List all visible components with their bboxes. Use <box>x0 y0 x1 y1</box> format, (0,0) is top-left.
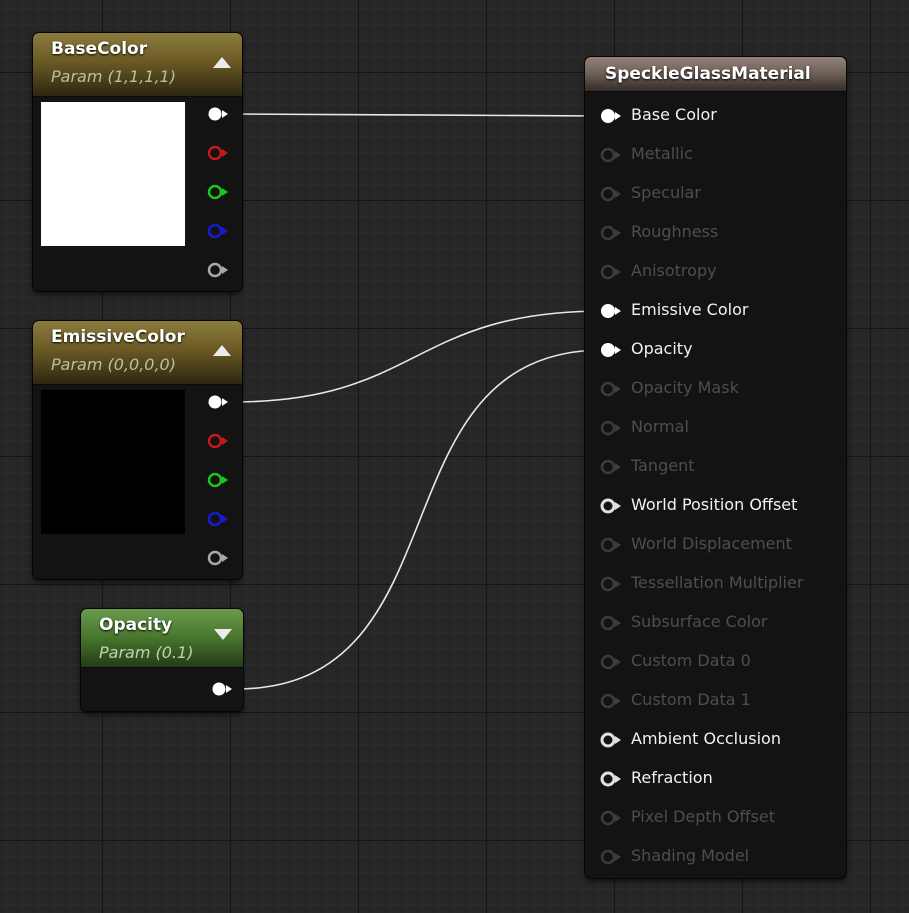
material-input-row[interactable]: Ambient Occlusion <box>599 727 839 753</box>
input-pin-disabled-icon[interactable] <box>599 224 623 242</box>
material-input-row[interactable]: Tessellation Multiplier <box>599 571 839 597</box>
wire-emissivecolor-to-emissive-color <box>231 310 605 403</box>
material-input-row[interactable]: World Position Offset <box>599 493 839 519</box>
material-input-label: Shading Model <box>631 846 750 865</box>
material-input-label: Opacity Mask <box>631 378 739 397</box>
wire-basecolor-to-base-color <box>231 113 605 117</box>
input-pin-disabled-icon[interactable] <box>599 653 623 671</box>
node-subtitle: Param (1,1,1,1) <box>51 67 176 86</box>
input-pin-disabled-icon[interactable] <box>599 419 623 437</box>
input-pin-icon[interactable] <box>599 497 623 515</box>
output-pin-r-icon[interactable] <box>206 144 230 162</box>
material-input-label: Anisotropy <box>631 261 717 280</box>
input-pin-connected-icon[interactable] <box>599 341 623 359</box>
collapse-arrow-icon[interactable] <box>213 57 231 68</box>
expand-arrow-icon[interactable] <box>214 629 232 640</box>
opacity-param-node[interactable]: Opacity Param (0.1) <box>81 609 243 711</box>
node-subtitle: Param (0,0,0,0) <box>51 355 176 374</box>
output-pin-a-icon[interactable] <box>206 261 230 279</box>
node-subtitle: Param (0.1) <box>99 643 194 662</box>
material-title: SpeckleGlassMaterial <box>605 64 811 84</box>
input-pin-icon[interactable] <box>599 770 623 788</box>
node-header[interactable]: EmissiveColor Param (0,0,0,0) <box>33 321 242 385</box>
material-input-label: World Position Offset <box>631 495 798 514</box>
input-pin-disabled-icon[interactable] <box>599 848 623 866</box>
material-input-row[interactable]: Shading Model <box>599 844 839 870</box>
material-input-label: World Displacement <box>631 534 792 553</box>
material-input-row[interactable]: Emissive Color <box>599 298 839 324</box>
material-input-row[interactable]: Base Color <box>599 103 839 129</box>
material-input-label: Roughness <box>631 222 719 241</box>
material-input-row[interactable]: Opacity Mask <box>599 376 839 402</box>
basecolor-param-node[interactable]: BaseColor Param (1,1,1,1) <box>33 33 242 291</box>
input-pin-connected-icon[interactable] <box>599 302 623 320</box>
material-input-label: Base Color <box>631 105 717 124</box>
node-header[interactable]: SpeckleGlassMaterial <box>585 57 846 92</box>
node-title: EmissiveColor <box>51 327 185 347</box>
wire-opacity-to-opacity <box>235 349 605 690</box>
material-input-row[interactable]: Tangent <box>599 454 839 480</box>
input-pin-icon[interactable] <box>599 731 623 749</box>
input-pin-disabled-icon[interactable] <box>599 263 623 281</box>
material-result-node[interactable]: SpeckleGlassMaterial Base Color Metallic S… <box>585 57 846 878</box>
material-input-label: Tangent <box>631 456 695 475</box>
output-pin-b-icon[interactable] <box>206 510 230 528</box>
input-pin-disabled-icon[interactable] <box>599 536 623 554</box>
material-input-row[interactable]: Subsurface Color <box>599 610 839 636</box>
node-title: BaseColor <box>51 39 148 59</box>
material-input-label: Custom Data 0 <box>631 651 751 670</box>
material-input-row[interactable]: Custom Data 1 <box>599 688 839 714</box>
material-input-row[interactable]: Metallic <box>599 142 839 168</box>
material-input-label: Opacity <box>631 339 693 358</box>
emissivecolor-param-node[interactable]: EmissiveColor Param (0,0,0,0) <box>33 321 242 579</box>
output-pin-rgb-icon[interactable] <box>206 105 230 123</box>
output-pin-g-icon[interactable] <box>206 471 230 489</box>
material-input-label: Specular <box>631 183 701 202</box>
node-header[interactable]: Opacity Param (0.1) <box>81 609 243 668</box>
material-input-row[interactable]: Opacity <box>599 337 839 363</box>
material-input-label: Custom Data 1 <box>631 690 751 709</box>
input-pin-disabled-icon[interactable] <box>599 809 623 827</box>
color-preview-swatch <box>41 102 185 246</box>
material-input-row[interactable]: Specular <box>599 181 839 207</box>
input-pin-disabled-icon[interactable] <box>599 692 623 710</box>
material-input-row[interactable]: Anisotropy <box>599 259 839 285</box>
material-input-row[interactable]: Custom Data 0 <box>599 649 839 675</box>
input-pin-disabled-icon[interactable] <box>599 458 623 476</box>
node-title: Opacity <box>99 615 173 635</box>
output-pin-b-icon[interactable] <box>206 222 230 240</box>
material-input-label: Pixel Depth Offset <box>631 807 775 826</box>
input-pin-disabled-icon[interactable] <box>599 146 623 164</box>
input-pin-disabled-icon[interactable] <box>599 185 623 203</box>
material-input-label: Ambient Occlusion <box>631 729 781 748</box>
material-input-label: Normal <box>631 417 689 436</box>
material-input-label: Refraction <box>631 768 713 787</box>
color-preview-swatch <box>41 390 185 534</box>
material-input-label: Metallic <box>631 144 693 163</box>
output-pin-value-icon[interactable] <box>210 680 234 698</box>
material-input-row[interactable]: Pixel Depth Offset <box>599 805 839 831</box>
output-pin-r-icon[interactable] <box>206 432 230 450</box>
output-pin-rgb-icon[interactable] <box>206 393 230 411</box>
material-input-label: Emissive Color <box>631 300 749 319</box>
collapse-arrow-icon[interactable] <box>213 345 231 356</box>
material-input-label: Tessellation Multiplier <box>631 573 804 592</box>
material-input-row[interactable]: Roughness <box>599 220 839 246</box>
material-input-label: Subsurface Color <box>631 612 768 631</box>
material-input-row[interactable]: Normal <box>599 415 839 441</box>
input-pin-disabled-icon[interactable] <box>599 614 623 632</box>
input-pin-disabled-icon[interactable] <box>599 380 623 398</box>
input-pin-connected-icon[interactable] <box>599 107 623 125</box>
material-input-row[interactable]: World Displacement <box>599 532 839 558</box>
material-input-row[interactable]: Refraction <box>599 766 839 792</box>
output-pin-a-icon[interactable] <box>206 549 230 567</box>
output-pin-g-icon[interactable] <box>206 183 230 201</box>
input-pin-disabled-icon[interactable] <box>599 575 623 593</box>
node-header[interactable]: BaseColor Param (1,1,1,1) <box>33 33 242 97</box>
